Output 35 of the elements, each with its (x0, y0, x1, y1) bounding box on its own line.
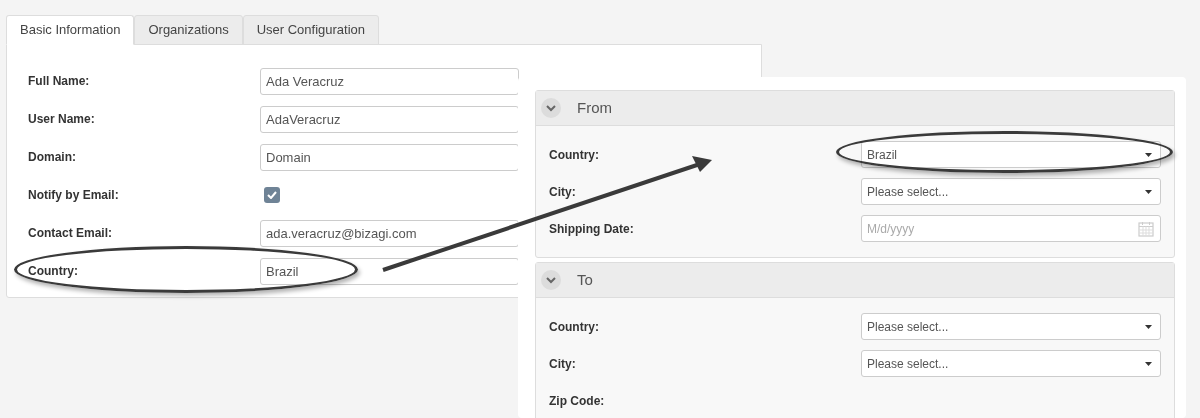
field-label: City: (549, 183, 577, 201)
text-field[interactable]: Domain (260, 143, 519, 171)
dropdown[interactable]: Please select... (861, 313, 1161, 340)
tab[interactable]: User Configuration (242, 15, 380, 45)
dropdown[interactable]: Brazil (861, 141, 1161, 168)
text-field[interactable]: Brazil (260, 257, 519, 285)
field-label: Domain: (28, 149, 77, 166)
tab[interactable]: Organizations (134, 15, 243, 45)
dropdown[interactable]: Please select... (861, 178, 1161, 205)
text-field[interactable]: Ada Veracruz (260, 67, 519, 95)
caret-icon (1145, 361, 1152, 366)
caret-icon (1145, 189, 1152, 194)
dropdown[interactable]: Please select... (861, 350, 1161, 377)
text-field[interactable]: AdaVeracruz (260, 105, 519, 133)
field-label: Contact Email: (28, 225, 113, 242)
calendar-icon (1138, 220, 1154, 237)
section-title: To (577, 269, 593, 290)
chevron-down-icon[interactable] (541, 98, 561, 118)
chevron-down-icon[interactable] (541, 270, 561, 290)
field-label: Zip Code: (549, 392, 606, 410)
field-label: Shipping Date: (549, 220, 635, 238)
caret-icon (1145, 152, 1152, 157)
field-label: City: (549, 355, 577, 373)
tab[interactable]: Basic Information (6, 15, 135, 45)
text-field[interactable]: ada.veracruz@bizagi.com (260, 219, 519, 247)
checkmark-icon (267, 191, 277, 199)
field-label: Country: (549, 146, 600, 164)
field-label: Full Name: (28, 73, 91, 90)
field-label: Country: (549, 318, 600, 336)
caret-icon (1145, 324, 1152, 329)
checkbox[interactable] (264, 187, 280, 203)
section-title: From (577, 97, 612, 118)
field-label: Notify by Email: (28, 187, 120, 204)
field-label: User Name: (28, 111, 96, 128)
field-label: Country: (28, 263, 79, 280)
